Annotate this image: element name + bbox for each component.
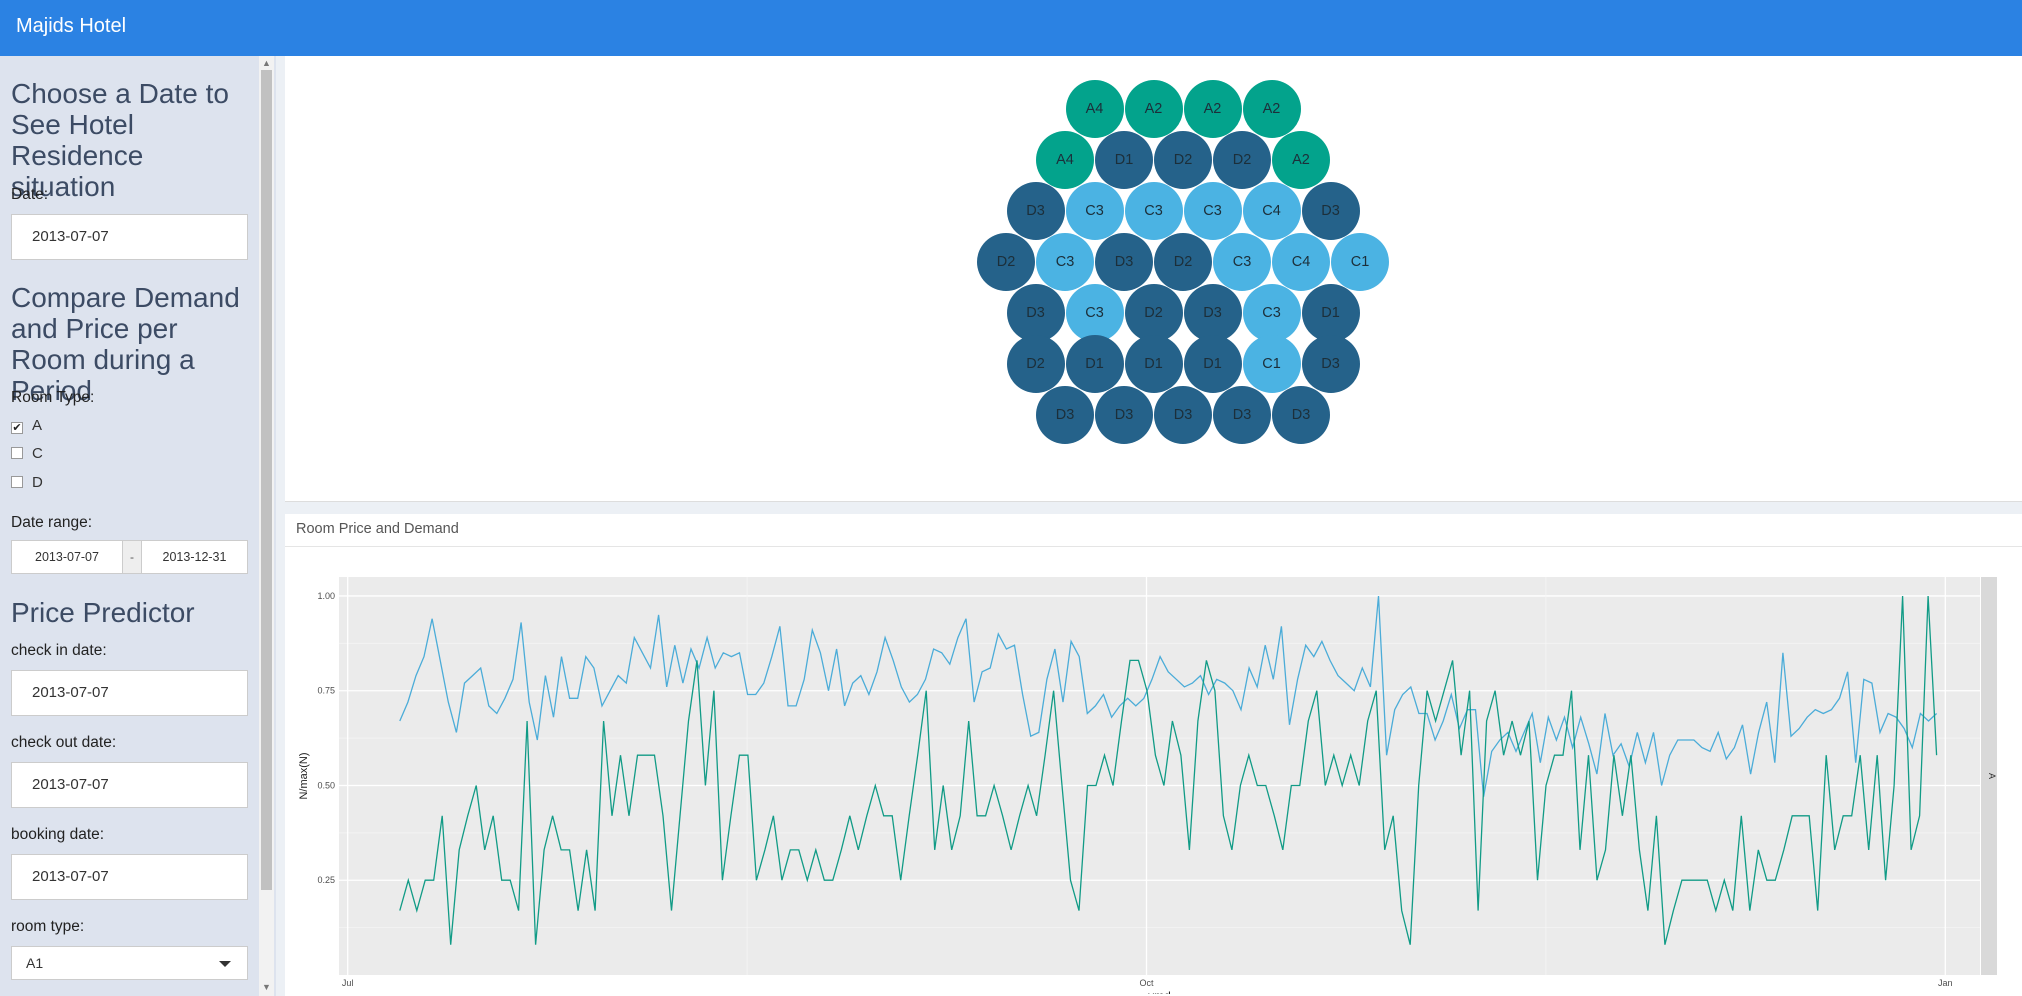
room-c1[interactable]: C1 (1331, 233, 1389, 291)
date-range-start-input[interactable]: 2013-07-07 (11, 540, 123, 574)
y-tick-label: 1.00 (317, 591, 335, 601)
scroll-up-icon[interactable]: ▲ (262, 58, 271, 68)
checkin-label: check in date: (11, 642, 107, 659)
room-c3[interactable]: C3 (1213, 233, 1271, 291)
room-d2[interactable]: D2 (1124, 284, 1183, 342)
x-tick-label: Jan (1938, 978, 1953, 988)
booking-label: booking date: (11, 826, 105, 843)
room-d2[interactable]: D2 (1213, 131, 1271, 189)
date-range-separator: - (123, 540, 141, 574)
room-d3[interactable]: D3 (1301, 335, 1360, 393)
room-d1[interactable]: D1 (1095, 131, 1153, 189)
app-header: Majids Hotel (0, 0, 2022, 56)
room-c3[interactable]: C3 (1242, 284, 1301, 342)
y-tick-label: 0.50 (317, 780, 335, 790)
booking-input[interactable]: 2013-07-07 (11, 854, 248, 900)
room-c3[interactable]: C3 (1065, 284, 1124, 342)
room-d3[interactable]: D3 (1036, 386, 1094, 444)
main-content: A4 A2 A2 A2 A4 D1 D2 D2 A2 D3 C3 C3 C3 C4 D3 D2 C3 D3 D2 C3… (285, 56, 2022, 996)
room-d2[interactable]: D2 (1154, 233, 1212, 291)
room-d1[interactable]: D1 (1065, 335, 1124, 393)
chart-panel: Room Price and Demand A 0.25 0.50 0.75 1.00 J… (285, 514, 2022, 996)
room-hex-map: A4 A2 A2 A2 A4 D1 D2 D2 A2 D3 C3 C3 C3 C4 D3 D2 C3 D3 D2 C3… (285, 56, 2022, 502)
room-type-checkbox-d[interactable]: D (11, 474, 43, 491)
date-range-end-input[interactable]: 2013-12-31 (141, 540, 248, 574)
room-a2[interactable]: A2 (1242, 80, 1301, 138)
room-d2[interactable]: D2 (1154, 131, 1212, 189)
chart-panel-title: Room Price and Demand (296, 521, 459, 537)
checkbox-icon[interactable] (11, 447, 23, 459)
room-a2[interactable]: A2 (1124, 80, 1183, 138)
checkbox-checked-icon[interactable]: ✔ (11, 422, 23, 434)
room-type-checkbox-c[interactable]: C (11, 445, 43, 462)
panel-divider (285, 546, 2022, 547)
section-title-compare: Compare Demand and Price per Room during… (11, 282, 240, 406)
chevron-down-icon (219, 961, 231, 967)
section-title-price-predictor: Price Predictor (11, 597, 195, 628)
x-tick-label: Oct (1139, 978, 1154, 988)
checkin-input[interactable]: 2013-07-07 (11, 670, 248, 716)
room-c3[interactable]: C3 (1183, 182, 1242, 240)
room-c3[interactable]: C3 (1124, 182, 1183, 240)
scrollbar-thumb[interactable] (261, 70, 272, 890)
x-tick-label: Jul (342, 978, 354, 988)
room-d3[interactable]: D3 (1006, 284, 1065, 342)
room-d3[interactable]: D3 (1154, 386, 1212, 444)
app-title[interactable]: Majids Hotel (16, 15, 126, 38)
room-d1[interactable]: D1 (1124, 335, 1183, 393)
scroll-down-icon[interactable]: ▼ (262, 982, 271, 992)
room-c4[interactable]: C4 (1272, 233, 1330, 291)
price-demand-chart: A 0.25 0.50 0.75 1.00 Jul Oct Jan ymd N/max(N) (298, 577, 1997, 994)
date-input[interactable]: 2013-07-07 (11, 214, 248, 260)
room-a2[interactable]: A2 (1183, 80, 1242, 138)
room-c4[interactable]: C4 (1242, 182, 1301, 240)
date-range-label: Date range: (11, 514, 92, 531)
room-a2[interactable]: A2 (1272, 131, 1330, 189)
x-axis-title: ymd (1148, 989, 1171, 994)
room-d1[interactable]: D1 (1183, 335, 1242, 393)
checkbox-label: C (32, 445, 43, 462)
room-d3[interactable]: D3 (1006, 182, 1065, 240)
sidebar-scrollbar[interactable]: ▲ ▼ (259, 56, 274, 996)
roomtype-select[interactable]: A1 (11, 946, 248, 980)
room-a4[interactable]: A4 (1065, 80, 1124, 138)
checkout-input[interactable]: 2013-07-07 (11, 762, 248, 808)
room-d3[interactable]: D3 (1095, 233, 1153, 291)
room-d3[interactable]: D3 (1213, 386, 1271, 444)
room-d3[interactable]: D3 (1272, 386, 1330, 444)
room-d3[interactable]: D3 (1183, 284, 1242, 342)
roomtype-select-value: A1 (26, 955, 44, 971)
y-tick-label: 0.75 (317, 686, 335, 696)
room-a4[interactable]: A4 (1036, 131, 1094, 189)
facet-label: A (1987, 773, 1997, 779)
y-axis-title: N/max(N) (298, 752, 310, 799)
sidebar: Choose a Date to See Hotel Residence sit… (0, 56, 276, 996)
checkbox-icon[interactable] (11, 476, 23, 488)
room-d3[interactable]: D3 (1301, 182, 1360, 240)
room-d2[interactable]: D2 (1006, 335, 1065, 393)
room-map-panel: A4 A2 A2 A2 A4 D1 D2 D2 A2 D3 C3 C3 C3 C4 D3 D2 C3 D3 D2 C3… (285, 56, 2022, 502)
room-type-label: Room Type: (11, 389, 95, 406)
room-d2[interactable]: D2 (977, 233, 1035, 291)
checkbox-label: A (32, 417, 43, 434)
roomtype-select-label: room type: (11, 918, 85, 935)
plot-background (339, 577, 1980, 975)
checkbox-label: D (32, 474, 43, 491)
y-tick-label: 0.25 (317, 875, 335, 885)
room-d3[interactable]: D3 (1095, 386, 1153, 444)
room-d1[interactable]: D1 (1301, 284, 1360, 342)
date-label: Date: (11, 186, 49, 203)
room-type-checkbox-a[interactable]: ✔ A (11, 417, 42, 434)
room-c3[interactable]: C3 (1036, 233, 1094, 291)
section-title-residence: Choose a Date to See Hotel Residence sit… (11, 78, 229, 202)
checkout-label: check out date: (11, 734, 117, 751)
room-c3[interactable]: C3 (1065, 182, 1124, 240)
room-c1[interactable]: C1 (1242, 335, 1301, 393)
